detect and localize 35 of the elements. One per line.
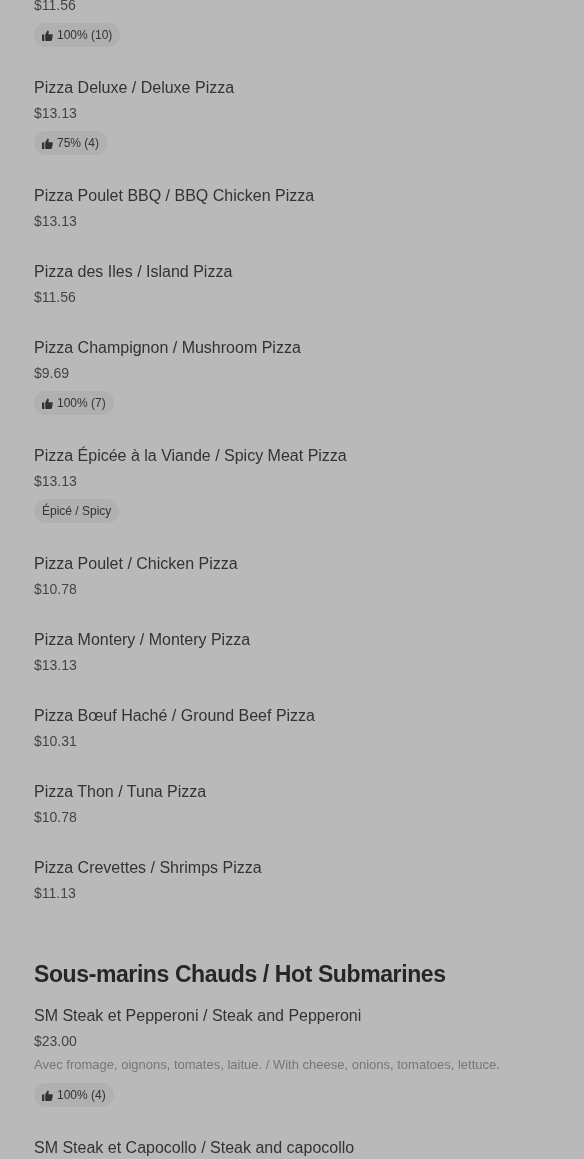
rating-badge: 100% (10) [34, 23, 121, 47]
item-name: Pizza Thon / Tuna Pizza [34, 782, 207, 802]
item-description: Avec fromage, oignons, tomates, laitue. / With cheese, onions, tomatoes, lettuce. [34, 1056, 500, 1074]
thumbs-up-icon [42, 1089, 53, 1101]
item-name: Pizza Bœuf Haché / Ground Beef Pizza [34, 706, 315, 726]
item-name: Pizza Épicée à la Viande / Spicy Meat Pizza [34, 445, 347, 466]
item-price: $10.78 [34, 808, 77, 827]
item-price: $11.56 [34, 0, 76, 15]
tag-badge: Épicé / Spicy [34, 499, 120, 523]
item-price: $13.13 [34, 656, 77, 675]
item-name: SM Steak et Pepperoni / Steak and Pepperoni [34, 1006, 362, 1026]
rating-badge: 100% (4) [34, 1083, 114, 1107]
item-name: SM Steak et Capocollo / Steak and capocollo [34, 1138, 355, 1158]
thumbs-up-icon [42, 29, 53, 41]
item-price: $11.13 [34, 884, 76, 903]
item-price: $13.13 [34, 104, 77, 123]
item-price: $23.00 [34, 1032, 77, 1051]
item-name: Pizza Poulet / Chicken Pizza [34, 554, 238, 574]
rating-badge: 100% (7) [34, 391, 114, 415]
item-name: Pizza Crevettes / Shrimps Pizza [34, 858, 262, 878]
thumbs-up-icon [42, 137, 53, 149]
item-name: Pizza des Iles / Island Pizza [34, 262, 233, 282]
section-heading: Sous-marins Chauds / Hot Submarines [34, 960, 447, 989]
thumbs-up-icon [42, 397, 53, 409]
item-name: Pizza Deluxe / Deluxe Pizza [34, 78, 235, 98]
rating-badge: 75% (4) [34, 131, 108, 155]
item-price: $10.78 [34, 580, 77, 599]
item-price: $11.56 [34, 288, 76, 307]
item-name: Pizza Champignon / Mushroom Pizza [34, 338, 301, 358]
item-name: Pizza Montery / Montery Pizza [34, 630, 251, 650]
item-price: $13.13 [34, 472, 77, 491]
item-price: $13.13 [34, 212, 77, 231]
item-name: Pizza Poulet BBQ / BBQ Chicken Pizza [34, 186, 315, 206]
item-price: $9.69 [34, 364, 70, 383]
item-price: $10.31 [34, 732, 77, 751]
